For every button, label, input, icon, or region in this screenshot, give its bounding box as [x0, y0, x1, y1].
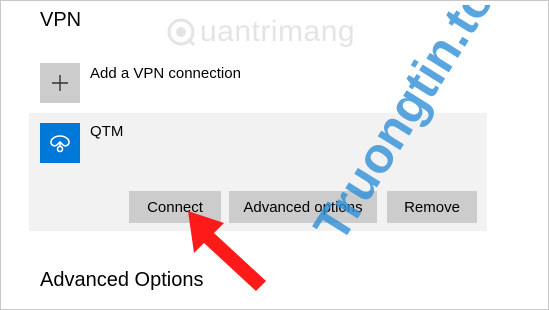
add-vpn-connection-button[interactable]: Add a VPN connection	[40, 63, 241, 103]
vpn-section-title: VPN	[40, 9, 82, 31]
settings-panel: VPN uantrimang Add a VPN connection QTM …	[0, 0, 549, 310]
truongtin-watermark: Truongtin.top	[303, 5, 521, 251]
vpn-icon	[40, 123, 80, 163]
advanced-options-section-title: Advanced Options	[40, 269, 204, 291]
vpn-connection-name: QTM	[90, 123, 124, 140]
plus-icon	[40, 63, 80, 103]
truongtin-watermark-text: Truongtin.top	[303, 5, 521, 251]
add-vpn-connection-label: Add a VPN connection	[90, 64, 241, 82]
quantrimang-logo-icon	[167, 18, 196, 47]
